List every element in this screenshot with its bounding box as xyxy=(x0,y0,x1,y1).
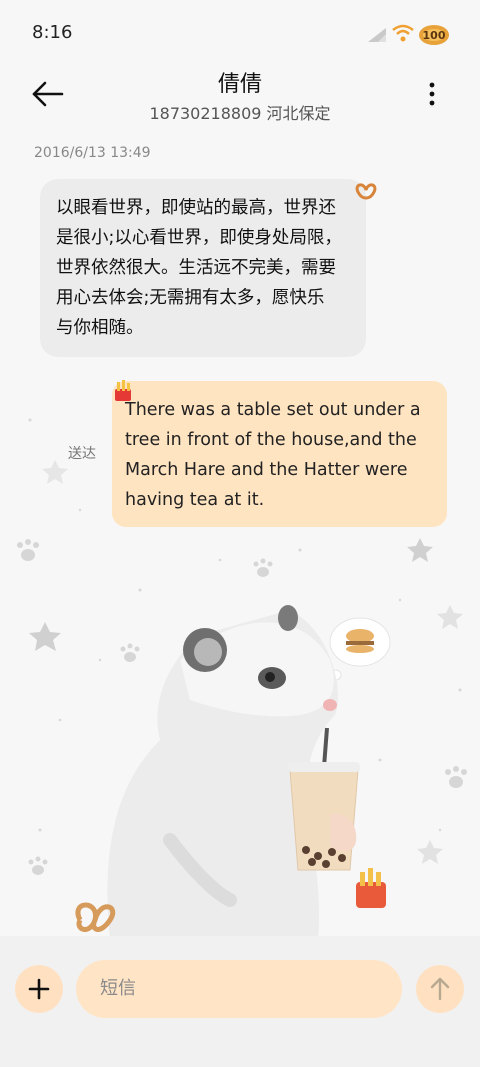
contact-name: 倩倩 xyxy=(217,72,262,97)
outgoing-message-bubble[interactable]: There was a table set out under a tree i… xyxy=(112,381,447,527)
message-line: 是很小;以心看世界，即使身处局限， xyxy=(56,228,342,248)
pretzel-sticker xyxy=(75,902,116,932)
plus-icon xyxy=(28,978,50,1000)
fries-icon xyxy=(115,380,131,401)
contact-phone-location: 18730218809 河北保定 xyxy=(149,104,331,123)
wifi-icon xyxy=(392,24,414,42)
signal-icon xyxy=(368,28,386,42)
message-line: 用心去体会;无需拥有太多，愿快乐 xyxy=(56,288,325,308)
send-arrow-icon xyxy=(430,977,450,1001)
message-line: 以眼看世界，即使站的最高，世界还 xyxy=(56,198,336,218)
pretzel-icon xyxy=(355,183,377,200)
message-line: tree in front of the house,and the xyxy=(125,430,417,450)
incoming-message-bubble[interactable]: 以眼看世界，即使站的最高，世界还 是很小;以心看世界，即使身处局限， 世界依然很… xyxy=(40,179,366,357)
message-line: 与你相随。 xyxy=(56,318,144,338)
message-line: having tea at it. xyxy=(125,490,265,510)
message-timestamp: 2016/6/13 13:49 xyxy=(34,145,151,161)
add-attachment-button[interactable] xyxy=(15,965,63,1013)
conversation-header: 倩倩 18730218809 河北保定 xyxy=(0,64,480,134)
status-bar: 8:16 100 xyxy=(0,0,480,64)
status-time: 8:16 xyxy=(32,22,73,43)
message-line: 世界依然很大。生活远不完美，需要 xyxy=(56,258,336,278)
battery-label: 100 xyxy=(423,29,446,42)
message-input[interactable]: 短信 xyxy=(76,960,402,1018)
message-line: March Hare and the Hatter were xyxy=(125,460,408,480)
fries-sticker xyxy=(356,868,386,908)
message-line: There was a table set out under a xyxy=(125,400,421,420)
more-options-icon[interactable] xyxy=(420,78,444,110)
send-button[interactable] xyxy=(416,965,464,1013)
battery-icon: 100 xyxy=(419,25,449,45)
delivery-status: 送达 xyxy=(68,446,96,462)
